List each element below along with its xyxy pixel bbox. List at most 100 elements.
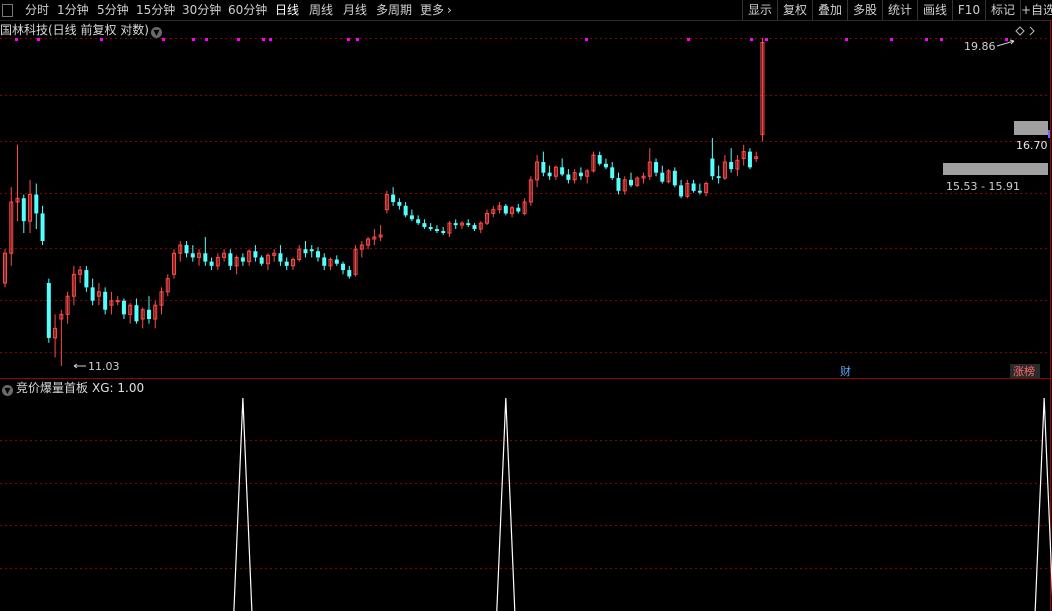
candles-layer	[3, 38, 765, 366]
event-marker[interactable]	[237, 38, 240, 41]
candle-body	[434, 229, 439, 232]
candle-body	[422, 223, 427, 228]
candle-body	[547, 172, 552, 177]
candle-body	[228, 253, 233, 266]
event-marker[interactable]	[100, 38, 103, 41]
candle-body	[691, 183, 696, 191]
event-marker[interactable]	[262, 38, 265, 41]
signal-spike	[233, 397, 253, 611]
candle-body	[209, 261, 214, 266]
candle-body	[40, 213, 45, 242]
candle-body	[679, 185, 684, 197]
indicator-name: 竞价爆量首板	[16, 381, 89, 395]
candle-body	[466, 223, 471, 226]
candle-body	[284, 261, 289, 266]
candle-body	[146, 309, 151, 319]
event-marker[interactable]	[585, 38, 588, 41]
candle-body	[729, 162, 734, 170]
diamond-icon[interactable]	[1015, 26, 1025, 36]
candle-body	[409, 215, 414, 220]
candle-body	[441, 231, 446, 234]
main-grid	[0, 38, 1050, 353]
candle-body	[34, 194, 39, 214]
event-marker[interactable]	[890, 38, 893, 41]
rank-badge[interactable]: 涨榜	[1013, 364, 1035, 378]
indicator-grid	[0, 440, 1050, 569]
event-marker[interactable]	[845, 38, 848, 41]
event-marker[interactable]	[356, 38, 359, 41]
chevron-down-icon[interactable]: ▼	[2, 385, 13, 396]
candle-body	[610, 167, 615, 179]
candle-body	[541, 162, 546, 173]
kline-chart: 19.86 16.70 15.53 - 15.91 11.03 财 涨榜	[0, 20, 1052, 611]
candle-body	[46, 282, 51, 338]
event-marker[interactable]	[347, 38, 350, 41]
chevron-right-icon[interactable]	[1029, 26, 1035, 36]
candle-body	[428, 227, 433, 230]
candle-body	[560, 167, 565, 175]
candle-body	[322, 257, 327, 266]
high-price-label: 19.86	[964, 40, 996, 53]
candle-body	[654, 162, 659, 173]
candle-body	[303, 249, 308, 254]
candle-body	[121, 300, 126, 315]
candle-body	[472, 225, 477, 230]
candle-body	[115, 300, 120, 303]
candle-body	[203, 253, 208, 262]
indicator-title: ▼ 竞价爆量首板 XG: 1.00	[0, 381, 145, 396]
candle-body	[503, 205, 508, 214]
event-marker[interactable]	[192, 38, 195, 41]
candle-body	[597, 155, 602, 164]
event-marker[interactable]	[925, 38, 928, 41]
candle-body	[747, 151, 752, 168]
candle-body	[697, 190, 702, 193]
candle-body	[240, 257, 245, 262]
candle-body	[566, 174, 571, 180]
candle-body	[309, 249, 314, 252]
candle-body	[334, 259, 339, 264]
candle-body	[391, 194, 396, 203]
signal-layer	[233, 397, 1052, 611]
event-marker[interactable]	[15, 38, 18, 41]
candle-body	[403, 205, 408, 216]
event-marker[interactable]	[1005, 38, 1008, 41]
candle-body	[660, 172, 665, 182]
candle-body	[103, 291, 108, 310]
event-marker[interactable]	[269, 38, 272, 41]
signal-spike	[1034, 397, 1052, 611]
event-marker[interactable]	[940, 38, 943, 41]
candle-body	[710, 158, 715, 177]
indicator-value: XG: 1.00	[92, 381, 145, 395]
candle-body	[603, 163, 608, 168]
candle-body	[397, 202, 402, 206]
candle-body	[90, 287, 95, 301]
candle-body	[347, 270, 352, 277]
candle-body	[190, 253, 195, 258]
candle-body	[716, 176, 721, 179]
candle-body	[672, 170, 677, 186]
event-marker[interactable]	[687, 38, 690, 41]
low-price-label: 11.03	[88, 360, 120, 373]
event-marker[interactable]	[205, 38, 208, 41]
candle-body	[629, 179, 633, 186]
candle-body	[616, 178, 621, 191]
candle-body	[259, 257, 264, 264]
event-marker[interactable]	[37, 38, 40, 41]
candle-body	[316, 251, 320, 258]
candle-body	[84, 270, 89, 288]
price-band-lower	[943, 163, 1048, 175]
event-marker[interactable]	[750, 38, 753, 41]
event-marker[interactable]	[162, 38, 165, 41]
candle-body	[416, 219, 421, 224]
candle-body	[21, 198, 26, 222]
candle-body	[134, 305, 139, 322]
candle-body	[516, 207, 521, 212]
candle-body	[578, 172, 583, 177]
range-label: 15.53 - 15.91	[946, 180, 1020, 193]
candle-body	[278, 253, 283, 262]
candle-body	[453, 223, 458, 226]
candle-body	[341, 263, 346, 271]
finance-badge[interactable]: 财	[840, 364, 851, 378]
event-marker[interactable]	[765, 38, 768, 41]
candle-body	[184, 245, 189, 254]
